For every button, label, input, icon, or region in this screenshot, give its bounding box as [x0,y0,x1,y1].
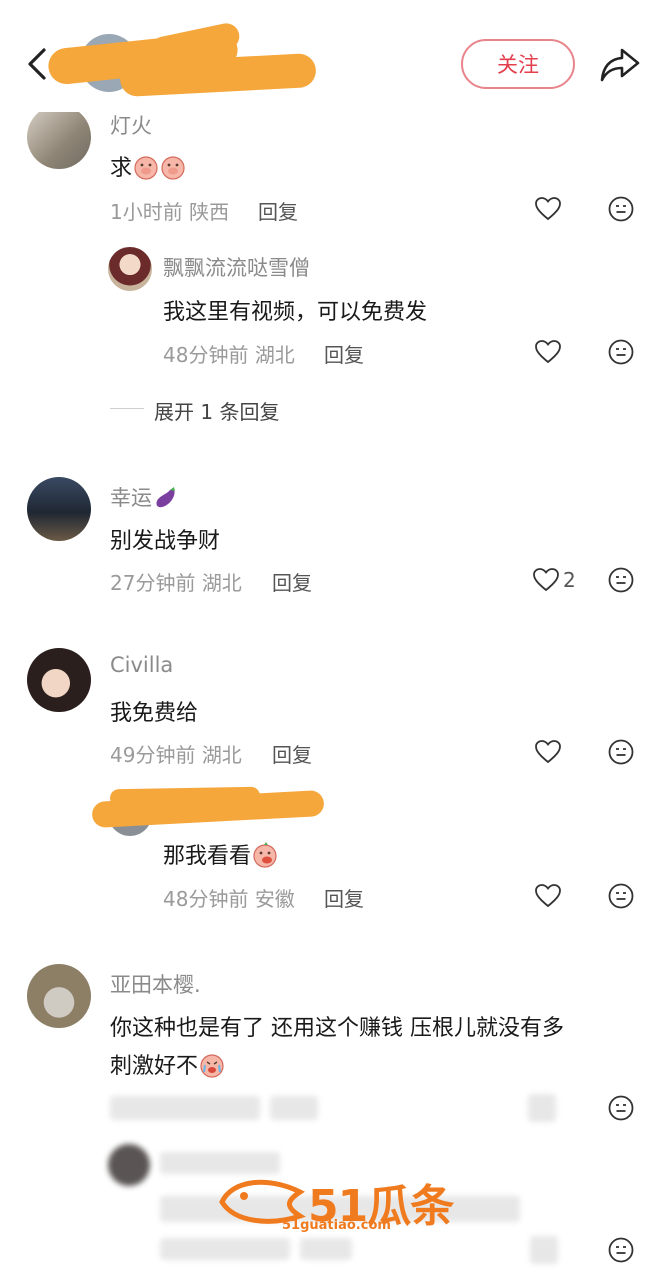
comment-text: 我免费给 [110,701,199,726]
blurred-avatar [108,1144,150,1186]
dislike-face-icon[interactable] [607,566,635,594]
top-bar: 关注 [0,0,671,112]
comment-text: 别发战争财 [110,529,221,554]
redaction-scribble [109,786,261,808]
dislike-face-icon[interactable] [607,1236,635,1264]
blurred-text [300,1238,352,1260]
dislike-face-icon[interactable] [607,338,635,366]
blurred-meta [530,1236,558,1264]
crying-face-emoji-icon [200,1054,224,1078]
blurred-meta [110,1096,260,1120]
avatar[interactable] [27,648,91,712]
expand-replies-button[interactable]: 展开 1 条回复 [154,396,279,425]
comment-text: 求 [110,150,186,182]
reply-button[interactable]: 回复 [324,339,364,368]
blurred-text [160,1238,290,1260]
comment-username[interactable]: 灯火 [110,110,152,140]
heart-icon[interactable] [534,195,562,223]
reply-text: 我这里有视频，可以免费发 [163,300,428,325]
share-icon[interactable] [598,44,642,84]
dislike-face-icon[interactable] [607,195,635,223]
reply-button[interactable]: 回复 [272,567,312,596]
reply-username[interactable]: 飘飘流流哒雪僧 [163,252,310,282]
comment-meta: 27分钟前 湖北 [110,571,242,595]
like-count: 2 [563,568,576,592]
comment-username[interactable]: Civilla [110,653,173,677]
reply-button[interactable]: 回复 [324,883,364,912]
reply-meta: 48分钟前 湖北 [163,343,295,367]
blurred-meta [528,1094,556,1122]
comment-meta: 49分钟前 湖北 [110,743,242,767]
comment-text-line: 你这种也是有了 还用这个赚钱 压根儿就没有多 [110,1016,564,1041]
dislike-face-icon[interactable] [607,738,635,766]
reply-text: 那我看看 [163,838,278,870]
avatar[interactable] [27,477,91,541]
eggplant-emoji-icon [156,487,175,508]
reply-button[interactable]: 回复 [272,739,312,768]
heart-icon[interactable] [534,738,562,766]
avatar[interactable] [27,964,91,1028]
pig-face-emoji-icon [253,842,277,868]
follow-button[interactable]: 关注 [461,39,575,89]
dislike-face-icon[interactable] [607,882,635,910]
dislike-face-icon[interactable] [607,1094,635,1122]
pig-face-emoji-icon [134,156,158,180]
expand-divider [110,408,144,409]
reply-avatar[interactable] [108,247,152,291]
comment-meta: 1小时前 陕西 [110,200,230,224]
comment-username[interactable]: 亚田本樱. [110,969,201,999]
watermark-url: 51guatiao.com [282,1218,391,1233]
reply-meta: 48分钟前 安徽 [163,887,295,911]
heart-icon[interactable] [534,338,562,366]
comment-username[interactable]: 幸运 [110,482,179,512]
pig-face-emoji-icon [161,156,185,180]
avatar[interactable] [27,105,91,169]
heart-icon[interactable] [532,566,560,594]
comment-text-line: 刺激好不 [110,1048,225,1080]
reply-button[interactable]: 回复 [258,196,298,225]
heart-icon[interactable] [534,882,562,910]
blurred-meta [270,1096,318,1120]
watermark: 51瓜条 51guatiao.com [218,1166,458,1236]
